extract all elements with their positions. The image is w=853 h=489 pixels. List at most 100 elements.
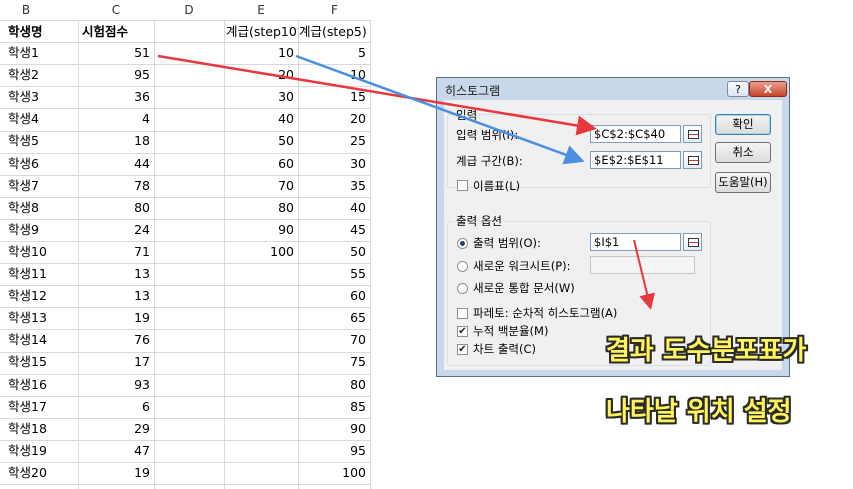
class-step10-cell[interactable] <box>226 329 294 351</box>
close-button[interactable]: X <box>749 81 787 97</box>
class-step10-cell[interactable] <box>226 418 294 440</box>
class-step5-cell[interactable]: 45 <box>300 219 366 241</box>
output-range-radio[interactable] <box>457 238 468 249</box>
range-select-icon[interactable] <box>683 125 702 143</box>
bin-range-field[interactable]: $E$2:$E$11 <box>590 151 681 169</box>
class-step5-cell[interactable]: 60 <box>300 285 366 307</box>
class-step5-cell[interactable]: 90 <box>300 418 366 440</box>
student-name-cell[interactable]: 학생2 <box>8 64 78 86</box>
class-step10-cell[interactable] <box>226 263 294 285</box>
class-step10-cell[interactable]: 20 <box>226 64 294 86</box>
new-worksheet-radio[interactable] <box>457 261 468 272</box>
class-step10-cell[interactable] <box>226 285 294 307</box>
class-step5-cell[interactable]: 20 <box>300 108 366 130</box>
class-step5-cell[interactable]: 10 <box>300 64 366 86</box>
score-cell[interactable]: 93 <box>80 374 150 396</box>
class-step5-cell[interactable]: 15 <box>300 86 366 108</box>
student-name-cell[interactable]: 학생4 <box>8 108 78 130</box>
student-name-cell[interactable]: 학생11 <box>8 263 78 285</box>
score-cell[interactable]: 19 <box>80 307 150 329</box>
score-cell[interactable]: 95 <box>80 64 150 86</box>
cancel-button[interactable]: 취소 <box>715 142 771 163</box>
chart-output-checkbox[interactable]: ✔ <box>457 344 468 355</box>
student-name-cell[interactable]: 학생1 <box>8 42 78 64</box>
class-step5-cell[interactable]: 25 <box>300 130 366 152</box>
class-step5-cell[interactable]: 55 <box>300 263 366 285</box>
class-step5-cell[interactable]: 85 <box>300 396 366 418</box>
class-step10-cell[interactable] <box>226 374 294 396</box>
class-step10-cell[interactable] <box>226 440 294 462</box>
header-cell-student[interactable]: 학생명 <box>8 21 78 43</box>
column-header-e[interactable]: E <box>224 0 298 20</box>
score-cell[interactable]: 78 <box>80 175 150 197</box>
range-select-icon[interactable] <box>683 233 702 251</box>
class-step5-cell[interactable]: 30 <box>300 153 366 175</box>
score-cell[interactable]: 36 <box>80 86 150 108</box>
score-cell[interactable]: 71 <box>80 241 150 263</box>
labels-checkbox[interactable] <box>457 180 468 191</box>
new-workbook-radio[interactable] <box>457 283 468 294</box>
student-name-cell[interactable]: 학생20 <box>8 462 78 484</box>
student-name-cell[interactable]: 학생5 <box>8 130 78 152</box>
column-header-f[interactable]: F <box>298 0 371 20</box>
student-name-cell[interactable]: 학생16 <box>8 374 78 396</box>
class-step10-cell[interactable] <box>226 462 294 484</box>
class-step10-cell[interactable]: 10 <box>226 42 294 64</box>
class-step5-cell[interactable]: 40 <box>300 197 366 219</box>
class-step10-cell[interactable] <box>226 351 294 373</box>
score-cell[interactable]: 47 <box>80 440 150 462</box>
class-step5-cell[interactable]: 35 <box>300 175 366 197</box>
column-header-c[interactable]: C <box>78 0 154 20</box>
class-step10-cell[interactable] <box>226 307 294 329</box>
student-name-cell[interactable]: 학생18 <box>8 418 78 440</box>
class-step10-cell[interactable]: 80 <box>226 197 294 219</box>
class-step10-cell[interactable]: 90 <box>226 219 294 241</box>
class-step5-cell[interactable]: 75 <box>300 351 366 373</box>
score-cell[interactable]: 6 <box>80 396 150 418</box>
class-step5-cell[interactable]: 100 <box>300 462 366 484</box>
score-cell[interactable]: 19 <box>80 462 150 484</box>
class-step10-cell[interactable]: 50 <box>226 130 294 152</box>
student-name-cell[interactable]: 학생15 <box>8 351 78 373</box>
range-select-icon[interactable] <box>683 151 702 169</box>
student-name-cell[interactable]: 학생17 <box>8 396 78 418</box>
student-name-cell[interactable]: 학생8 <box>8 197 78 219</box>
class-step5-cell[interactable]: 50 <box>300 241 366 263</box>
score-cell[interactable]: 76 <box>80 329 150 351</box>
score-cell[interactable]: 51 <box>80 42 150 64</box>
student-name-cell[interactable]: 학생10 <box>8 241 78 263</box>
student-name-cell[interactable]: 학생6 <box>8 153 78 175</box>
student-name-cell[interactable]: 학생13 <box>8 307 78 329</box>
new-worksheet-field[interactable] <box>590 256 695 274</box>
pareto-checkbox[interactable] <box>457 308 468 319</box>
score-cell[interactable]: 80 <box>80 197 150 219</box>
class-step10-cell[interactable]: 100 <box>226 241 294 263</box>
score-cell[interactable]: 13 <box>80 263 150 285</box>
ok-button[interactable]: 확인 <box>715 114 771 135</box>
class-step5-cell[interactable]: 65 <box>300 307 366 329</box>
cumulative-checkbox[interactable]: ✔ <box>457 326 468 337</box>
score-cell[interactable]: 4 <box>80 108 150 130</box>
student-name-cell[interactable]: 학생9 <box>8 219 78 241</box>
score-cell[interactable]: 18 <box>80 130 150 152</box>
student-name-cell[interactable]: 학생12 <box>8 285 78 307</box>
class-step10-cell[interactable]: 40 <box>226 108 294 130</box>
student-name-cell[interactable]: 학생3 <box>8 86 78 108</box>
input-range-field[interactable]: $C$2:$C$40 <box>590 125 681 143</box>
class-step10-cell[interactable] <box>226 396 294 418</box>
column-header-d[interactable]: D <box>154 0 224 20</box>
class-step10-cell[interactable]: 60 <box>226 153 294 175</box>
column-header-b[interactable]: B <box>0 0 52 20</box>
spreadsheet-grid[interactable]: B C D E F 학생명 시험점수 계급(step10 계급(step5) 학… <box>0 0 371 489</box>
score-cell[interactable]: 13 <box>80 285 150 307</box>
header-cell-class-step5[interactable]: 계급(step5) <box>299 21 371 43</box>
output-range-field[interactable]: $I$1 <box>590 233 681 251</box>
score-cell[interactable]: 17 <box>80 351 150 373</box>
student-name-cell[interactable]: 학생7 <box>8 175 78 197</box>
class-step5-cell[interactable]: 5 <box>300 42 366 64</box>
help-button[interactable]: 도움말(H) <box>715 172 771 193</box>
score-cell[interactable]: 24 <box>80 219 150 241</box>
help-icon[interactable]: ? <box>727 81 749 97</box>
class-step5-cell[interactable]: 95 <box>300 440 366 462</box>
class-step5-cell[interactable]: 70 <box>300 329 366 351</box>
